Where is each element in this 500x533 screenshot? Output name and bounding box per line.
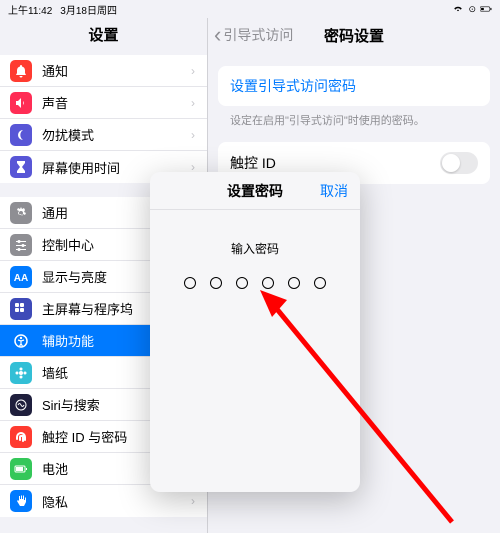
- sidebar-item-label: 声音: [42, 93, 191, 112]
- hand-icon: [10, 490, 32, 512]
- sliders-icon: [10, 234, 32, 256]
- sound-icon: [10, 92, 32, 114]
- sidebar-item-sound[interactable]: 声音›: [0, 87, 207, 119]
- status-bar: 上午11:42 3月18日周四 ⊙: [0, 0, 500, 18]
- passcode-dots[interactable]: [150, 277, 360, 289]
- access-icon: [10, 330, 32, 352]
- chevron-right-icon: ›: [191, 64, 195, 78]
- gear-icon: [10, 202, 32, 224]
- flower-icon: [10, 362, 32, 384]
- sidebar-item-label: 勿扰模式: [42, 125, 191, 144]
- status-time: 上午11:42: [8, 2, 52, 17]
- passcode-dot: [314, 277, 326, 289]
- sidebar-item-bell[interactable]: 通知›: [0, 55, 207, 87]
- passcode-modal: 设置密码 取消 输入密码: [150, 172, 360, 492]
- touchid-label: 触控 ID: [230, 153, 276, 173]
- modal-prompt: 输入密码: [150, 240, 360, 257]
- passcode-dot: [288, 277, 300, 289]
- sidebar-item-label: 通知: [42, 61, 191, 80]
- passcode-dot: [262, 277, 274, 289]
- hourglass-icon: [10, 156, 32, 178]
- status-icons: ⊙: [452, 4, 492, 15]
- moon-icon: [10, 124, 32, 146]
- battery-icon: [10, 458, 32, 480]
- passcode-hint: 设定在启用"引导式访问"时使用的密码。: [208, 106, 500, 128]
- bell-icon: [10, 60, 32, 82]
- set-passcode-row[interactable]: 设置引导式访问密码: [218, 66, 490, 106]
- chevron-right-icon: ›: [191, 96, 195, 110]
- sidebar-item-moon[interactable]: 勿扰模式›: [0, 119, 207, 151]
- passcode-card: 设置引导式访问密码: [218, 66, 490, 106]
- modal-cancel-button[interactable]: 取消: [320, 181, 348, 201]
- aa-icon: AA: [10, 266, 32, 288]
- passcode-dot: [236, 277, 248, 289]
- sidebar-title: 设置: [0, 18, 207, 55]
- touchid-switch[interactable]: [440, 152, 478, 174]
- svg-text:AA: AA: [14, 273, 28, 284]
- modal-title: 设置密码: [227, 181, 283, 201]
- siri-icon: [10, 394, 32, 416]
- status-date: 3月18日周四: [60, 2, 117, 17]
- passcode-dot: [184, 277, 196, 289]
- back-button[interactable]: 引导式访问: [208, 25, 293, 45]
- chevron-right-icon: ›: [191, 494, 195, 508]
- detail-title: 密码设置: [324, 25, 384, 46]
- finger-icon: [10, 426, 32, 448]
- grid-icon: [10, 298, 32, 320]
- passcode-dot: [210, 277, 222, 289]
- chevron-right-icon: ›: [191, 128, 195, 142]
- sidebar-item-label: 隐私: [42, 492, 191, 511]
